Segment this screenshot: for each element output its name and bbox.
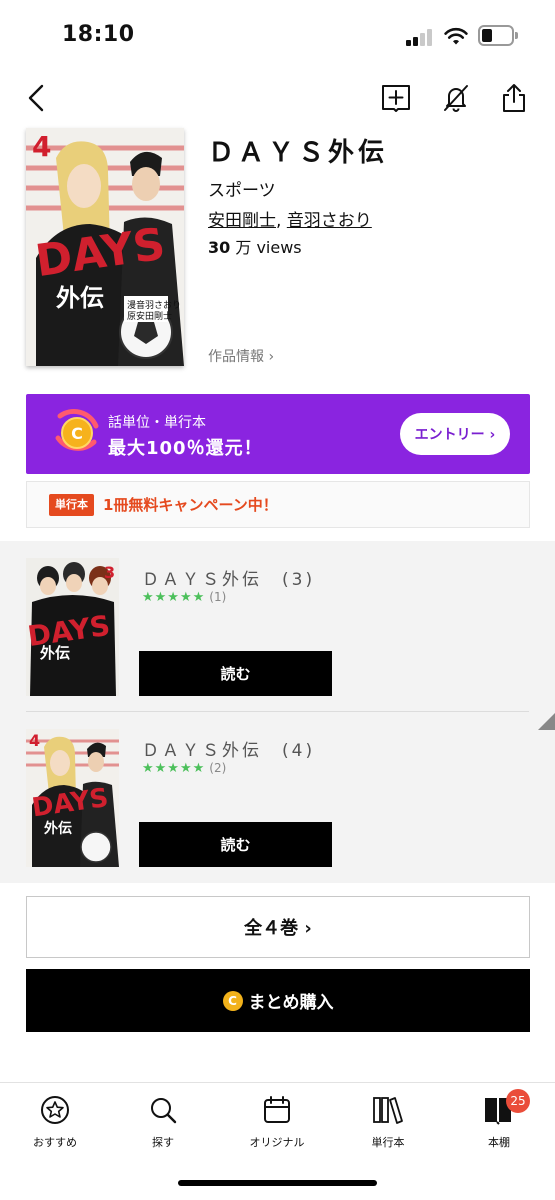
promo-tag: 単行本 (49, 494, 94, 516)
star-rating-icon: ★★★★★ (142, 590, 206, 605)
bookshelf-badge: 25 (506, 1089, 530, 1113)
volume-title[interactable]: ＤＡＹＳ外伝 (4) (142, 736, 315, 761)
svg-text:外伝: 外伝 (56, 284, 104, 312)
status-bar: 18:10 (0, 0, 555, 70)
status-time: 18:10 (62, 22, 135, 47)
tab-label: おすすめ (33, 1136, 77, 1149)
read-button[interactable]: 読む (139, 651, 332, 696)
authors: 安田剛士, 音羽さおり (208, 206, 372, 231)
svg-text:原安田剛士: 原安田剛士 (127, 310, 172, 322)
svg-text:漫音羽さおり: 漫音羽さおり (127, 299, 181, 311)
volume-item: 4 DAYS 外伝 ＤＡＹＳ外伝 (4) ★★★★★ (2) 読む (0, 712, 555, 883)
tab-search[interactable]: 探す (118, 1093, 208, 1153)
svg-text:外伝: 外伝 (44, 820, 72, 837)
series-info-link[interactable]: 作品情報 › (208, 346, 274, 366)
add-to-shelf-button[interactable] (380, 82, 412, 114)
bell-off-icon (444, 85, 468, 112)
volume-item: DAYS 外伝 3 ＤＡＹＳ外伝 (3) ★★★★★ (1) 読む (0, 541, 555, 730)
free-volume-promo[interactable]: 単行本 1冊無料キャンペーン中！ (26, 481, 530, 528)
coin-return-icon: C (55, 409, 99, 451)
rating-stars: ★★★★★ (1) (142, 590, 226, 605)
view-count-number: 30 (208, 238, 231, 257)
banner-headline: 最大100％還元！ (108, 438, 263, 459)
add-bookmark-icon (382, 85, 410, 112)
review-count: (2) (209, 761, 227, 775)
all-volumes-button[interactable]: 全４巻 › (26, 896, 530, 958)
tab-label: 探す (152, 1136, 174, 1149)
star-rating-icon: ★★★★★ (142, 761, 206, 776)
author-separator: , (276, 211, 287, 231)
share-icon (503, 84, 525, 112)
search-icon (151, 1098, 177, 1124)
read-button[interactable]: 読む (139, 822, 332, 867)
tab-original[interactable]: オリジナル (232, 1093, 322, 1153)
share-button[interactable] (498, 82, 530, 114)
tab-label: 本棚 (488, 1136, 510, 1149)
battery-icon (478, 25, 518, 46)
series-title: ＤＡＹＳ外伝 (208, 138, 389, 168)
home-indicator[interactable] (178, 1180, 377, 1186)
bulk-buy-button[interactable]: C まとめ購入 (26, 969, 530, 1032)
genre-label: スポーツ (208, 181, 276, 201)
back-button[interactable] (20, 82, 52, 114)
svg-text:外伝: 外伝 (39, 644, 70, 662)
star-badge-icon (41, 1096, 69, 1124)
volume-cover-image[interactable]: 4 DAYS 外伝 (26, 729, 119, 867)
series-cover-image[interactable]: 4 DAYS 外伝 漫音羽さおり 原安田剛士 (26, 128, 184, 366)
tab-bookshelf[interactable]: 25 本棚 (454, 1089, 544, 1153)
author-link-1[interactable]: 安田剛士 (208, 211, 276, 231)
wifi-icon (444, 27, 468, 45)
chevron-left-icon (28, 84, 44, 112)
view-count: 30 万 views (208, 234, 302, 258)
promo-text: 1冊無料キャンペーン中！ (103, 496, 278, 514)
svg-text:3: 3 (104, 563, 115, 582)
entry-button[interactable]: エントリー › (400, 413, 510, 455)
svg-text:4: 4 (32, 130, 51, 163)
calendar-icon (264, 1096, 290, 1123)
tab-recommend[interactable]: おすすめ (10, 1093, 100, 1153)
bulk-buy-label: まとめ購入 (248, 993, 334, 1013)
banner-subtitle: 話単位・単行本 (108, 415, 206, 431)
volume-title[interactable]: ＤＡＹＳ外伝 (3) (142, 565, 315, 590)
tab-label: 単行本 (371, 1136, 405, 1149)
notification-toggle-button[interactable] (440, 82, 472, 114)
campaign-banner[interactable]: C 話単位・単行本 最大100％還元！ エントリー › (26, 394, 530, 474)
svg-text:4: 4 (29, 731, 40, 750)
volume-list: DAYS 外伝 3 ＤＡＹＳ外伝 (3) ★★★★★(1) 読む 4 DAYS (0, 541, 555, 883)
svg-text:C: C (71, 424, 83, 443)
review-count: (1) (209, 590, 227, 604)
view-count-unit: 万 views (230, 238, 302, 257)
tab-label: オリジナル (249, 1136, 305, 1149)
author-link-2[interactable]: 音羽さおり (287, 211, 372, 231)
rating-stars: ★★★★★ (2) (142, 761, 226, 776)
books-icon (373, 1097, 403, 1124)
volume-cover-image[interactable]: DAYS 外伝 3 (26, 558, 119, 696)
tab-volumes[interactable]: 単行本 (343, 1093, 433, 1153)
coin-icon: C (222, 990, 243, 1011)
cellular-signal-icon (406, 28, 434, 46)
